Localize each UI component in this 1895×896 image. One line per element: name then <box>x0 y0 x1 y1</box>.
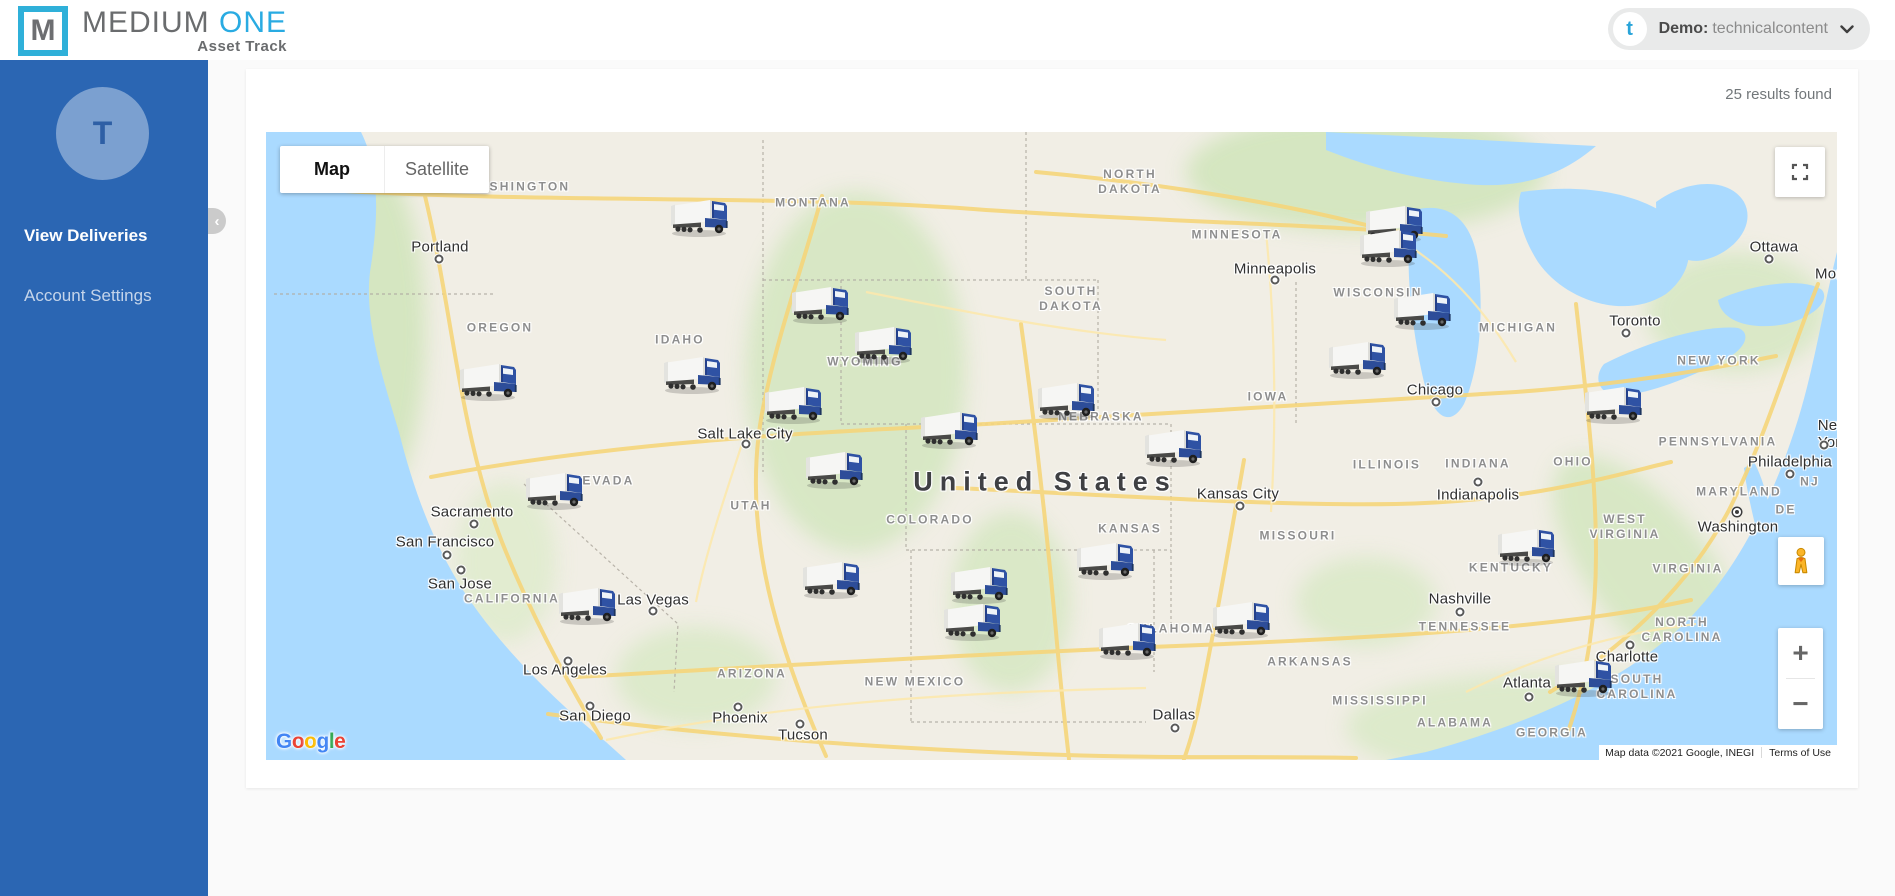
truck-marker-25[interactable] <box>1553 656 1617 698</box>
sidebar-item-view-deliveries[interactable]: View Deliveries <box>24 226 148 246</box>
fullscreen-button[interactable] <box>1775 147 1825 197</box>
truck-icon <box>1583 383 1647 425</box>
content-card: 25 results found <box>246 69 1858 788</box>
truck-marker-16[interactable] <box>524 469 588 511</box>
truck-icon <box>1327 338 1391 380</box>
truck-marker-1[interactable] <box>669 196 733 238</box>
truck-icon <box>662 353 726 395</box>
truck-marker-5[interactable] <box>853 323 917 365</box>
truck-marker-15[interactable] <box>804 448 868 490</box>
map-type-control: Map Satellite <box>280 146 489 193</box>
pegman-icon <box>1787 545 1815 577</box>
truck-marker-9[interactable] <box>458 360 522 402</box>
user-label-account: technicalcontent <box>1712 20 1828 37</box>
truck-marker-14[interactable] <box>1143 426 1207 468</box>
truck-marker-23[interactable] <box>1097 619 1161 661</box>
brand-name: MEDIUM ONE <box>82 6 287 40</box>
sidebar: T View Deliveries Account Settings <box>0 60 208 896</box>
truck-icon <box>853 323 917 365</box>
user-menu-button[interactable]: t Demo:technicalcontent <box>1608 8 1870 50</box>
truck-marker-10[interactable] <box>763 383 827 425</box>
truck-icon <box>458 360 522 402</box>
truck-icon <box>669 196 733 238</box>
map-attribution: Map data ©2021 Google, INEGI Terms of Us… <box>1599 745 1837 760</box>
truck-icon <box>790 283 854 325</box>
user-label: Demo:technicalcontent <box>1659 20 1828 38</box>
truck-icon <box>949 563 1013 605</box>
results-count: 25 results found <box>1725 86 1832 103</box>
user-label-demo: Demo: <box>1659 20 1709 37</box>
truck-icon <box>1392 289 1456 331</box>
truck-marker-22[interactable] <box>1211 598 1275 640</box>
truck-icon <box>1143 426 1207 468</box>
map-type-map-button[interactable]: Map <box>280 146 384 193</box>
truck-icon <box>1553 656 1617 698</box>
brand-logo-icon: M <box>18 6 68 56</box>
truck-marker-18[interactable] <box>1075 539 1139 581</box>
attribution-divider <box>1761 747 1762 758</box>
zoom-control: + − <box>1778 628 1823 729</box>
truck-icon <box>524 469 588 511</box>
app-window: M MEDIUM ONE Asset Track t Demo:technica… <box>0 0 1895 896</box>
truck-marker-19[interactable] <box>801 558 865 600</box>
truck-icon <box>804 448 868 490</box>
truck-icon <box>919 408 983 450</box>
truck-icon <box>557 584 621 626</box>
truck-marker-24[interactable] <box>557 584 621 626</box>
user-avatar: t <box>1613 12 1647 46</box>
truck-marker-3[interactable] <box>1358 226 1422 268</box>
truck-icon <box>1075 539 1139 581</box>
truck-icon <box>763 383 827 425</box>
map-data-credit: Map data ©2021 Google, INEGI <box>1605 747 1754 759</box>
truck-marker-17[interactable] <box>1496 525 1560 567</box>
truck-icon <box>1211 598 1275 640</box>
street-view-pegman-button[interactable] <box>1778 537 1824 585</box>
brand-text: MEDIUM ONE Asset Track <box>82 6 287 56</box>
chevron-down-icon <box>1840 25 1854 34</box>
terms-of-use-link[interactable]: Terms of Use <box>1769 747 1831 759</box>
truck-icon <box>1496 525 1560 567</box>
truck-icon <box>801 558 865 600</box>
truck-marker-12[interactable] <box>1583 383 1647 425</box>
fullscreen-icon <box>1791 163 1809 181</box>
sidebar-collapse-button[interactable]: ‹ <box>208 208 226 234</box>
brand-logo: M MEDIUM ONE Asset Track <box>18 6 287 56</box>
map-canvas[interactable]: Map Satellite + − Google <box>266 132 1837 760</box>
truck-icon <box>1097 619 1161 661</box>
top-header: M MEDIUM ONE Asset Track t Demo:technica… <box>0 0 1895 60</box>
truck-icon <box>942 600 1006 642</box>
truck-marker-4[interactable] <box>790 283 854 325</box>
sidebar-avatar: T <box>56 87 149 180</box>
brand-subtitle: Asset Track <box>82 38 287 55</box>
truck-icon <box>1358 226 1422 268</box>
truck-marker-13[interactable] <box>919 408 983 450</box>
truck-icon <box>1036 379 1100 421</box>
truck-marker-7[interactable] <box>662 353 726 395</box>
truck-marker-8[interactable] <box>1327 338 1391 380</box>
truck-marker-21[interactable] <box>942 600 1006 642</box>
zoom-out-button[interactable]: − <box>1778 679 1823 729</box>
map-type-satellite-button[interactable]: Satellite <box>384 146 489 193</box>
truck-marker-6[interactable] <box>1392 289 1456 331</box>
brand-name-primary: MEDIUM <box>82 6 210 39</box>
zoom-in-button[interactable]: + <box>1778 628 1823 678</box>
brand-name-accent: ONE <box>219 6 287 39</box>
sidebar-item-account-settings[interactable]: Account Settings <box>24 286 152 306</box>
truck-marker-20[interactable] <box>949 563 1013 605</box>
truck-marker-11[interactable] <box>1036 379 1100 421</box>
